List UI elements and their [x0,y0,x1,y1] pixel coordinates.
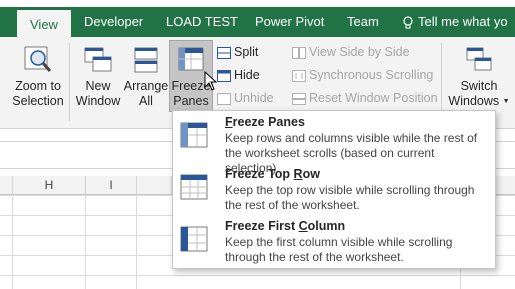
column-header-i[interactable]: I [86,176,137,194]
view-side-by-side-label: View Side by Side [309,45,410,59]
new-window-label-1: New [85,79,111,93]
sync-scroll-icon [292,69,306,82]
zoom-label-2: Selection [12,94,64,108]
unhide-label: Unhide [234,91,274,105]
column-header-h[interactable]: H [13,176,86,194]
freeze-panes-menu: Freeze Panes Keep rows and columns visib… [172,110,496,269]
unhide-icon [217,92,231,105]
reset-window-icon [292,92,306,105]
arrange-all-button[interactable]: Arrange All [123,45,169,109]
hide-icon [217,69,231,82]
row-header-corner [0,176,13,194]
hide-label: Hide [234,68,260,82]
tab-load-test[interactable]: LOAD TEST [166,7,238,37]
zoom-to-selection-button[interactable]: Zoom to Selection [10,45,66,109]
synchronous-scrolling-button[interactable]: Synchronous Scrolling [292,66,433,84]
side-by-side-icon [292,46,306,59]
tell-me-text: Tell me what yo [418,14,508,29]
magnifier-icon [24,46,52,72]
ribbon-tab-bar: View Developer LOAD TEST Power Pivot Tea… [0,7,515,43]
menu-item-freeze-panes[interactable]: Freeze Panes Keep rows and columns visib… [173,111,495,175]
menu-item-freeze-top-row[interactable]: Freeze Top Row Keep the top row visible … [173,163,495,213]
lightbulb-icon [403,15,413,29]
freeze-panes-icon [180,122,208,148]
menu-item-description: Keep the top row visible while scrolling… [225,183,475,212]
group-separator [69,43,70,121]
switch-windows-label-2: Windows ▼ [448,94,510,108]
menu-item-title: Freeze Panes [225,115,305,129]
synchronous-scrolling-label: Synchronous Scrolling [309,68,434,82]
switch-windows-label-1: Switch [460,79,498,93]
menu-item-freeze-first-column[interactable]: Freeze First Column Keep the first colum… [173,215,495,265]
new-window-icon [84,47,112,72]
menu-item-title: Freeze First Column [225,219,346,233]
freeze-panes-icon [178,47,204,71]
arrange-all-icon [134,47,158,73]
menu-item-description: Keep the first column visible while scro… [225,235,453,264]
tab-team[interactable]: Team [347,7,379,37]
new-window-label-2: Window [75,94,121,108]
dropdown-caret-icon: ▼ [502,98,510,106]
grid-line [12,195,13,289]
freeze-top-row-icon [180,174,208,200]
view-side-by-side-button[interactable]: View Side by Side [292,43,410,61]
split-label: Split [234,45,259,59]
zoom-label-1: Zoom to [15,79,61,93]
menu-item-title: Freeze Top Row [225,167,320,181]
unhide-button[interactable]: Unhide [217,89,274,107]
arrange-all-label-2: All [139,94,153,108]
tab-power-pivot[interactable]: Power Pivot [255,7,324,37]
reset-window-position-label: Reset Window Position [309,91,438,105]
column-header[interactable] [137,176,172,194]
tell-me-box[interactable]: Tell me what yo [403,7,508,37]
freeze-first-column-icon [180,226,208,252]
split-button[interactable]: Split [217,43,258,61]
split-icon [217,46,231,59]
new-window-button[interactable]: New Window [74,45,122,109]
arrange-all-label-1: Arrange [123,79,169,93]
switch-windows-icon [466,47,492,71]
grid-line [136,195,137,289]
hide-button[interactable]: Hide [217,66,260,84]
tab-developer[interactable]: Developer [84,7,143,37]
mouse-pointer-icon [204,71,218,91]
grid-line [85,195,86,289]
switch-windows-button[interactable]: Switch Windows ▼ [446,45,512,109]
reset-window-position-button[interactable]: Reset Window Position [292,89,438,107]
